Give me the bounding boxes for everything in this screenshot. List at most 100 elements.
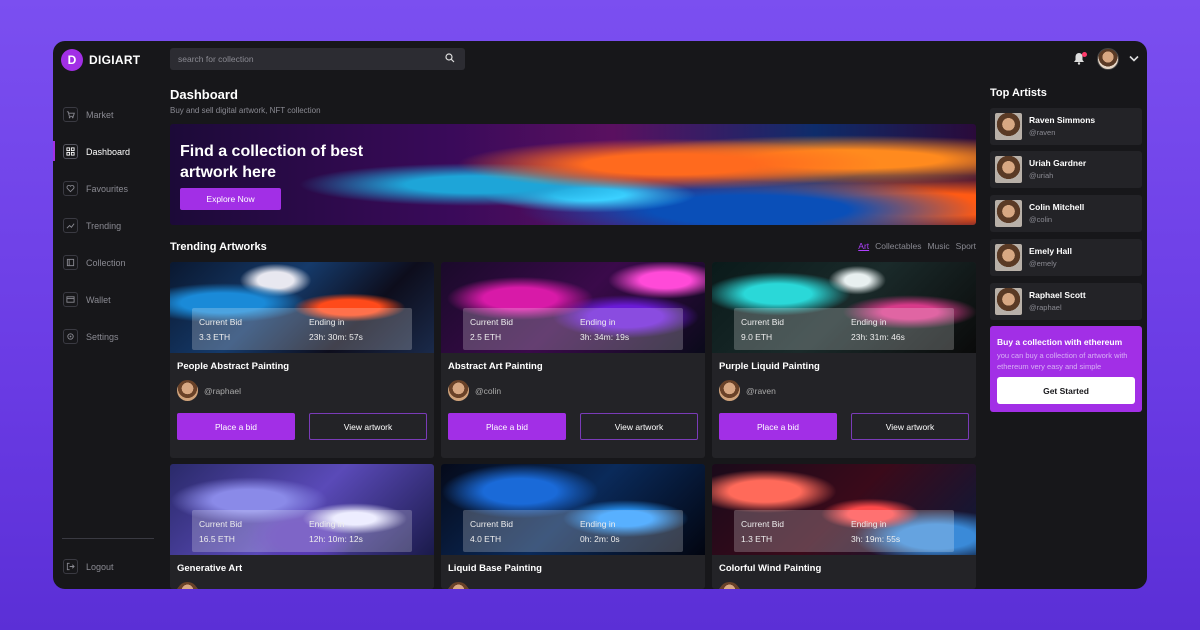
artist-item-raphael[interactable]: Raphael Scott @raphael [990,283,1142,320]
view-artwork-button[interactable]: View artwork [309,413,427,440]
ending-value: 0h: 2m: 0s [580,534,620,544]
artwork-owner[interactable]: @colin [448,380,501,401]
sidebar-item-dashboard[interactable]: Dashboard [53,133,163,170]
artwork-owner[interactable] [719,582,740,589]
ending-label: Ending in [580,519,616,529]
bell-icon[interactable] [1073,52,1087,66]
owner-handle: @raphael [204,385,241,396]
sidebar-item-wallet[interactable]: Wallet [53,281,163,318]
artist-handle: @raphael [1029,303,1062,312]
place-bid-button[interactable]: Place a bid [448,413,566,440]
ending-value: 3h: 19m: 55s [851,534,901,544]
bid-info: Current Bid 1.3 ETH Ending in 3h: 19m: 5… [734,510,954,552]
current-bid: Current Bid 1.3 ETH [741,519,784,544]
filter-sport[interactable]: Sport [956,241,976,251]
avatar [448,582,469,589]
artwork-card: Current Bid 4.0 ETH Ending in 0h: 2m: 0s… [441,464,705,589]
place-bid-button[interactable]: Place a bid [177,413,295,440]
get-started-button[interactable]: Get Started [997,377,1135,404]
filter-art[interactable]: Art [858,241,869,251]
current-bid: Current Bid 9.0 ETH [741,317,784,342]
bid-label: Current Bid [741,317,784,327]
artwork-image[interactable]: Current Bid 9.0 ETH Ending in 23h: 31m: … [712,262,976,353]
sidebar-item-label: Trending [86,220,122,231]
current-bid: Current Bid 16.5 ETH [199,519,242,544]
artwork-image[interactable]: Current Bid 3.3 ETH Ending in 23h: 30m: … [170,262,434,353]
bid-label: Current Bid [470,519,513,529]
page-subtitle: Buy and sell digital artwork, NFT collec… [170,106,321,115]
bid-info: Current Bid 2.5 ETH Ending in 3h: 34m: 1… [463,308,683,350]
notification-dot [1082,52,1087,57]
artist-name: Uriah Gardner [1029,158,1087,168]
user-avatar[interactable] [1097,48,1119,70]
gear-icon [63,329,78,344]
avatar [177,380,198,401]
bid-value: 9.0 ETH [741,332,773,342]
logout-label: Logout [86,561,114,572]
artwork-owner[interactable]: @raphael [177,380,241,401]
artist-name: Colin Mitchell [1029,202,1085,212]
ethereum-promo: Buy a collection with ethereum you can b… [990,326,1142,412]
avatar [448,380,469,401]
artist-item-emely[interactable]: Emely Hall @emely [990,239,1142,276]
artwork-image[interactable]: Current Bid 16.5 ETH Ending in 12h: 10m:… [170,464,434,555]
artist-item-uriah[interactable]: Uriah Gardner @uriah [990,151,1142,188]
avatar [719,380,740,401]
brand[interactable]: D DIGIART [61,49,140,71]
explore-now-button[interactable]: Explore Now [180,188,281,210]
place-bid-button[interactable]: Place a bid [719,413,837,440]
ending-value: 3h: 34m: 19s [580,332,630,342]
ending-label: Ending in [309,317,345,327]
sidebar-item-collection[interactable]: Collection [53,244,163,281]
artist-item-raven[interactable]: Raven Simmons @raven [990,108,1142,145]
promo-title: Buy a collection with ethereum [997,337,1123,347]
artist-name: Raphael Scott [1029,290,1086,300]
bid-value: 4.0 ETH [470,534,502,544]
artwork-owner[interactable] [177,582,198,589]
artist-item-colin[interactable]: Colin Mitchell @colin [990,195,1142,232]
bid-info: Current Bid 9.0 ETH Ending in 23h: 31m: … [734,308,954,350]
banner-title: Find a collection of best artwork here [180,143,364,181]
sidebar-item-trending[interactable]: Trending [53,207,163,244]
view-artwork-button[interactable]: View artwork [851,413,969,440]
app-window: D DIGIART Market Dashboard Favourites Tr… [53,41,1147,589]
chevron-down-icon[interactable] [1129,54,1139,65]
search-input[interactable] [178,54,445,64]
top-right-controls [1073,48,1139,70]
collection-icon [63,255,78,270]
artist-handle: @raven [1029,128,1056,137]
avatar [995,288,1022,315]
artwork-title: Abstract Art Painting [448,361,543,372]
artwork-owner[interactable] [448,582,469,589]
ending-in: Ending in 0h: 2m: 0s [580,519,620,544]
bid-info: Current Bid 3.3 ETH Ending in 23h: 30m: … [192,308,412,350]
current-bid: Current Bid 2.5 ETH [470,317,513,342]
artwork-image[interactable]: Current Bid 4.0 ETH Ending in 0h: 2m: 0s [441,464,705,555]
ending-label: Ending in [851,317,887,327]
grid-icon [63,144,78,159]
logout-button[interactable]: Logout [53,548,163,585]
search-icon[interactable] [445,53,457,65]
artwork-owner[interactable]: @raven [719,380,776,401]
sidebar-item-favourites[interactable]: Favourites [53,170,163,207]
ending-in: Ending in 3h: 19m: 55s [851,519,900,544]
sidebar-item-market[interactable]: Market [53,96,163,133]
logout-icon [63,559,78,574]
ending-value: 23h: 31m: 46s [851,332,905,342]
bid-value: 2.5 ETH [470,332,502,342]
current-bid: Current Bid 4.0 ETH [470,519,513,544]
ending-label: Ending in [580,317,616,327]
filter-music[interactable]: Music [927,241,949,251]
view-artwork-button[interactable]: View artwork [580,413,698,440]
hero-banner: Find a collection of best artwork here E… [170,124,976,225]
artist-handle: @emely [1029,259,1057,268]
sidebar-item-settings[interactable]: Settings [53,318,163,355]
filter-collectables[interactable]: Collectables [875,241,921,251]
artwork-image[interactable]: Current Bid 1.3 ETH Ending in 3h: 19m: 5… [712,464,976,555]
ending-value: 23h: 30m: 57s [309,332,363,342]
cart-icon [63,107,78,122]
ending-in: Ending in 12h: 10m: 12s [309,519,363,544]
bid-value: 16.5 ETH [199,534,235,544]
artwork-image[interactable]: Current Bid 2.5 ETH Ending in 3h: 34m: 1… [441,262,705,353]
bid-value: 3.3 ETH [199,332,231,342]
